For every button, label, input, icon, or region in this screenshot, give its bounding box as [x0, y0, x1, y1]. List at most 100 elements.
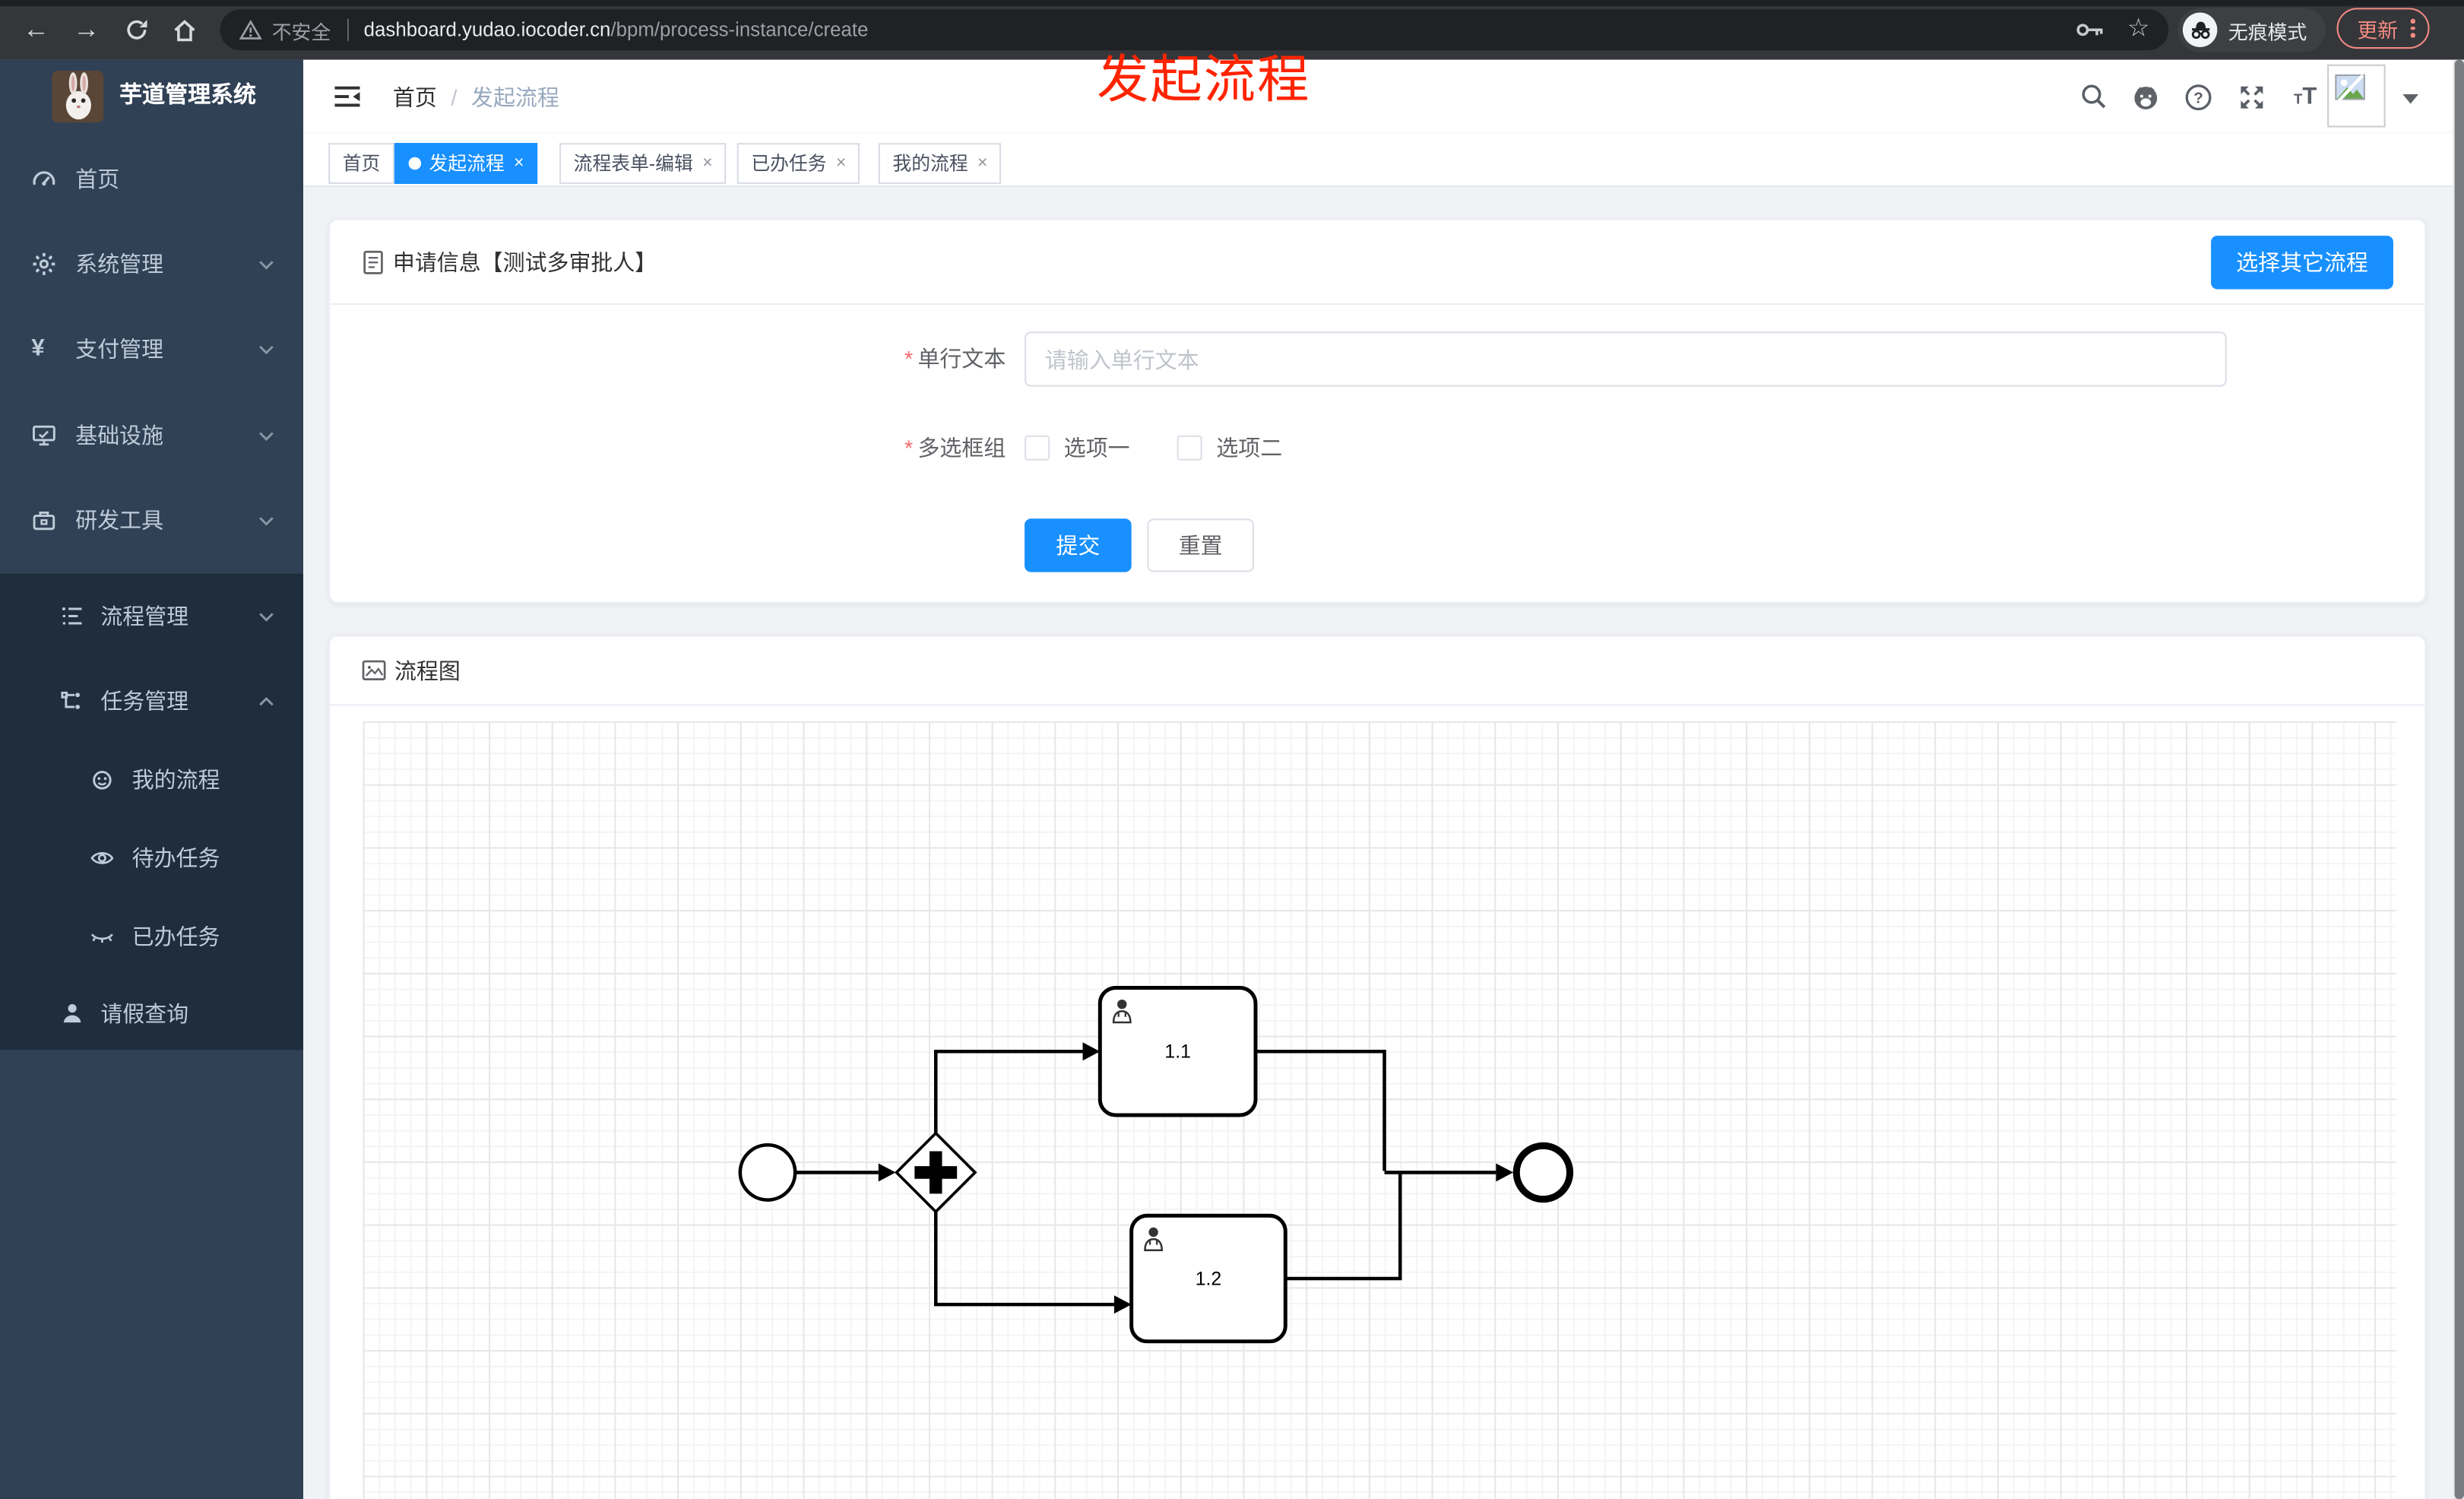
browser-home-button[interactable]	[163, 9, 204, 50]
tab-close-icon[interactable]: ×	[514, 144, 524, 182]
sidebar-collapse-button[interactable]	[322, 60, 372, 134]
sidebar-item-label: 系统管理	[75, 251, 164, 277]
tab-home[interactable]: 首页	[328, 143, 394, 184]
tab-process-form-edit[interactable]: 流程表单-编辑 ×	[559, 143, 727, 184]
address-bar[interactable]: 不安全 dashboard.yudao.iocoder.cn/bpm/proce…	[220, 9, 2169, 51]
breadcrumb: 首页 / 发起流程	[393, 60, 559, 134]
single-line-text-input[interactable]	[1025, 331, 2227, 387]
sidebar-item-devtools[interactable]: 研发工具	[0, 478, 303, 563]
help-icon: ?	[2185, 84, 2212, 110]
person-icon	[60, 1000, 85, 1025]
checkbox-option-2[interactable]: 选项二	[1177, 433, 1282, 464]
sidebar-item-todo-tasks[interactable]: 待办任务	[0, 819, 303, 897]
bookmark-star-icon[interactable]: ☆	[2127, 17, 2150, 43]
apply-info-card: 申请信息【测试多审批人】 选择其它流程 *单行文本 *多选框组 选项一 选项	[328, 218, 2427, 604]
sidebar-item-system[interactable]: 系统管理	[0, 222, 303, 307]
eye-open-icon	[90, 845, 115, 870]
sidebar-item-label: 待办任务	[131, 845, 220, 871]
browser-update-button[interactable]: 更新	[2336, 8, 2429, 49]
main-content: 申请信息【测试多审批人】 选择其它流程 *单行文本 *多选框组 选项一 选项	[303, 187, 2464, 1499]
field-label-checkbox: * 多选框组	[904, 435, 1006, 461]
header-search-button[interactable]	[2070, 60, 2117, 134]
sidebar-item-label: 已办任务	[131, 924, 220, 949]
tab-close-icon[interactable]: ×	[836, 144, 846, 182]
header-fontsize-button[interactable]: TT	[2280, 60, 2330, 134]
choose-other-process-button[interactable]: 选择其它流程	[2211, 235, 2393, 289]
image-icon	[362, 660, 386, 680]
key-icon[interactable]	[2076, 21, 2105, 40]
tab-done-tasks[interactable]: 已办任务 ×	[736, 143, 860, 184]
sidebar-item-my-process[interactable]: 我的流程	[0, 740, 303, 819]
checkbox-option-1[interactable]: 选项一	[1025, 433, 1130, 464]
page-scrollbar[interactable]	[2453, 59, 2464, 1499]
sequence-flow-gateway-task2	[933, 1212, 1132, 1314]
sidebar-item-label: 研发工具	[75, 507, 164, 533]
breadcrumb-home[interactable]: 首页	[393, 81, 437, 112]
arrowhead	[878, 1163, 896, 1182]
parallel-gateway[interactable]	[894, 1131, 977, 1214]
sidebar-item-label: 我的流程	[131, 766, 220, 793]
checkbox-label: 选项一	[1063, 435, 1130, 461]
avatar-caret-icon[interactable]	[2402, 94, 2419, 104]
sidebar-item-home[interactable]: 首页	[0, 137, 303, 222]
url-host: dashboard.yudao.iocoder.cn	[363, 18, 611, 41]
scrollbar-thumb[interactable]	[2453, 59, 2463, 1499]
chevron-down-icon	[258, 341, 275, 358]
annotation-text: 发起流程	[1097, 50, 1311, 109]
end-event[interactable]	[1512, 1142, 1574, 1203]
chevron-up-icon	[258, 692, 275, 710]
tab-close-icon[interactable]: ×	[702, 144, 712, 182]
start-event[interactable]	[738, 1142, 797, 1202]
task-label: 1.1	[1164, 1041, 1190, 1062]
header-github-button[interactable]	[2120, 60, 2170, 134]
svg-text:?: ?	[2193, 89, 2203, 106]
reset-button[interactable]: 重置	[1147, 518, 1254, 572]
workflow-submenu: 流程管理 任务管理 我的流程 待办任务 已办任务 请假查询	[0, 573, 304, 1051]
broken-image-icon	[2335, 74, 2365, 103]
header-fullscreen-button[interactable]	[2227, 60, 2277, 134]
tab-my-process[interactable]: 我的流程 ×	[878, 143, 1002, 184]
browser-reload-button[interactable]	[116, 9, 157, 50]
arrowhead	[1113, 1295, 1132, 1314]
tab-label: 发起流程	[429, 152, 505, 175]
checkbox-icon[interactable]	[1025, 435, 1050, 461]
bpmn-canvas[interactable]: 1.1 1.2	[363, 721, 2397, 1499]
robot-face-icon	[90, 767, 115, 792]
sequence-flow-task1-join	[1256, 1049, 1386, 1171]
checkbox-icon[interactable]	[1177, 435, 1202, 461]
apply-card-title: 申请信息【测试多审批人】	[392, 249, 657, 274]
tab-close-icon[interactable]: ×	[977, 144, 987, 182]
sidebar-item-infrastructure[interactable]: 基础设施	[0, 393, 303, 478]
sidebar-item-leave-query[interactable]: 请假查询	[0, 976, 303, 1050]
sequence-flow-start-gateway	[796, 1163, 896, 1182]
user-avatar[interactable]	[2327, 64, 2386, 128]
submit-button[interactable]: 提交	[1025, 518, 1132, 572]
browser-menu-icon[interactable]	[2410, 17, 2415, 40]
sidebar-item-done-tasks[interactable]: 已办任务	[0, 898, 303, 976]
flow-card-header: 流程图	[330, 636, 2425, 706]
url-path: /bpm/process-instance/create	[610, 18, 869, 41]
app-logo-avatar	[52, 71, 104, 123]
reload-icon	[127, 20, 147, 40]
tab-label: 已办任务	[751, 152, 827, 175]
user-task-1-1[interactable]: 1.1	[1097, 986, 1258, 1117]
apply-card-header: 申请信息【测试多审批人】 选择其它流程	[330, 220, 2425, 306]
sequence-flow-task2-join	[1285, 1174, 1402, 1281]
font-size-icon: TT	[2293, 83, 2317, 110]
active-dot	[408, 157, 422, 170]
sidebar-item-process-mgmt[interactable]: 流程管理	[0, 574, 303, 659]
browser-back-button[interactable]: ←	[16, 9, 57, 50]
tab-label: 首页	[342, 152, 381, 175]
home-icon	[173, 19, 195, 41]
sidebar-item-label: 请假查询	[100, 1000, 189, 1026]
app-logo-row[interactable]: 芋道管理系统	[0, 60, 303, 134]
browser-forward-button[interactable]: →	[66, 9, 107, 50]
header-help-button[interactable]: ?	[2173, 60, 2223, 134]
user-task-1-2[interactable]: 1.2	[1129, 1213, 1287, 1344]
tab-label: 我的流程	[892, 152, 968, 175]
arrowhead	[1496, 1163, 1514, 1182]
sidebar-item-payment[interactable]: ¥ 支付管理	[0, 306, 303, 391]
sidebar-item-task-mgmt[interactable]: 任务管理	[0, 658, 303, 743]
tab-start-process[interactable]: 发起流程 ×	[394, 143, 539, 184]
sidebar-item-label: 支付管理	[75, 336, 164, 362]
